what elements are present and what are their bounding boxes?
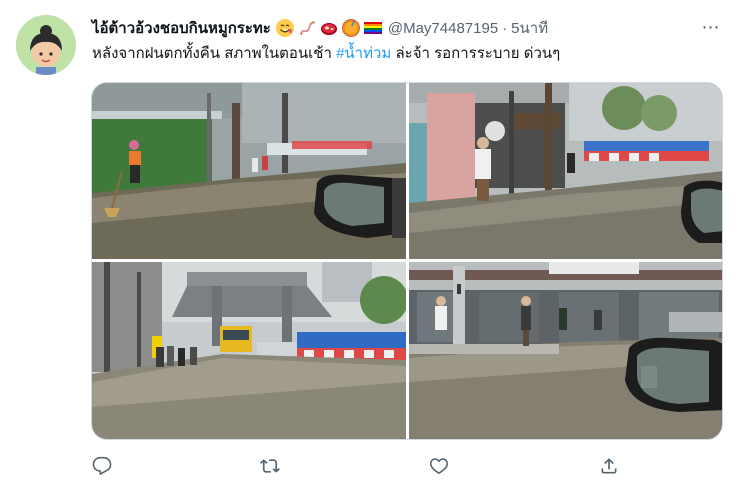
flooded-shophouse-photo[interactable]: [409, 262, 722, 439]
meat-icon: [319, 18, 339, 38]
avatar[interactable]: [16, 15, 76, 75]
more-options-icon[interactable]: ⋯: [698, 17, 724, 37]
like-icon[interactable]: [429, 456, 451, 478]
author-handle[interactable]: @May74487195: [388, 20, 498, 37]
media-grid: [91, 82, 723, 440]
flooded-sidewalk-photo[interactable]: [92, 83, 406, 259]
flooded-street-photo[interactable]: [92, 262, 406, 439]
reply-icon[interactable]: [92, 456, 114, 478]
tweet-card[interactable]: ไอ้ต้าวอ้วงชอบกินหมูกระทะ @May74487195 ·…: [0, 0, 743, 488]
smiling-face-icon: [275, 18, 295, 38]
bacon-icon: [297, 18, 317, 38]
flooded-gate-photo[interactable]: [409, 83, 722, 259]
header-separator: ·: [502, 19, 508, 37]
retweet-icon[interactable]: [260, 456, 282, 478]
share-icon[interactable]: [599, 456, 621, 478]
tweet-text-after: ล่ะจ้า รอการระบาย ด่วนๆ: [391, 45, 561, 62]
thai-tea-icon: [341, 18, 361, 38]
tweet-text: หลังจากฝนตกทั้งคืน สภาพในตอนเช้า #น้ำท่ว…: [92, 43, 722, 65]
tweet-text-before: หลังจากฝนตกทั้งคืน สภาพในตอนเช้า: [92, 45, 337, 62]
tweet-header: ไอ้ต้าวอ้วงชอบกินหมูกระทะ @May74487195 ·…: [92, 17, 692, 39]
hashtag-link[interactable]: #น้ำท่วม: [336, 45, 391, 62]
rainbow-flag-icon: [363, 18, 383, 38]
display-name-emojis: [275, 18, 385, 38]
display-name[interactable]: ไอ้ต้าวอ้วงชอบกินหมูกระทะ: [92, 16, 271, 40]
tweet-actions: [92, 456, 632, 478]
tweet-timestamp[interactable]: 5นาที: [511, 16, 548, 40]
